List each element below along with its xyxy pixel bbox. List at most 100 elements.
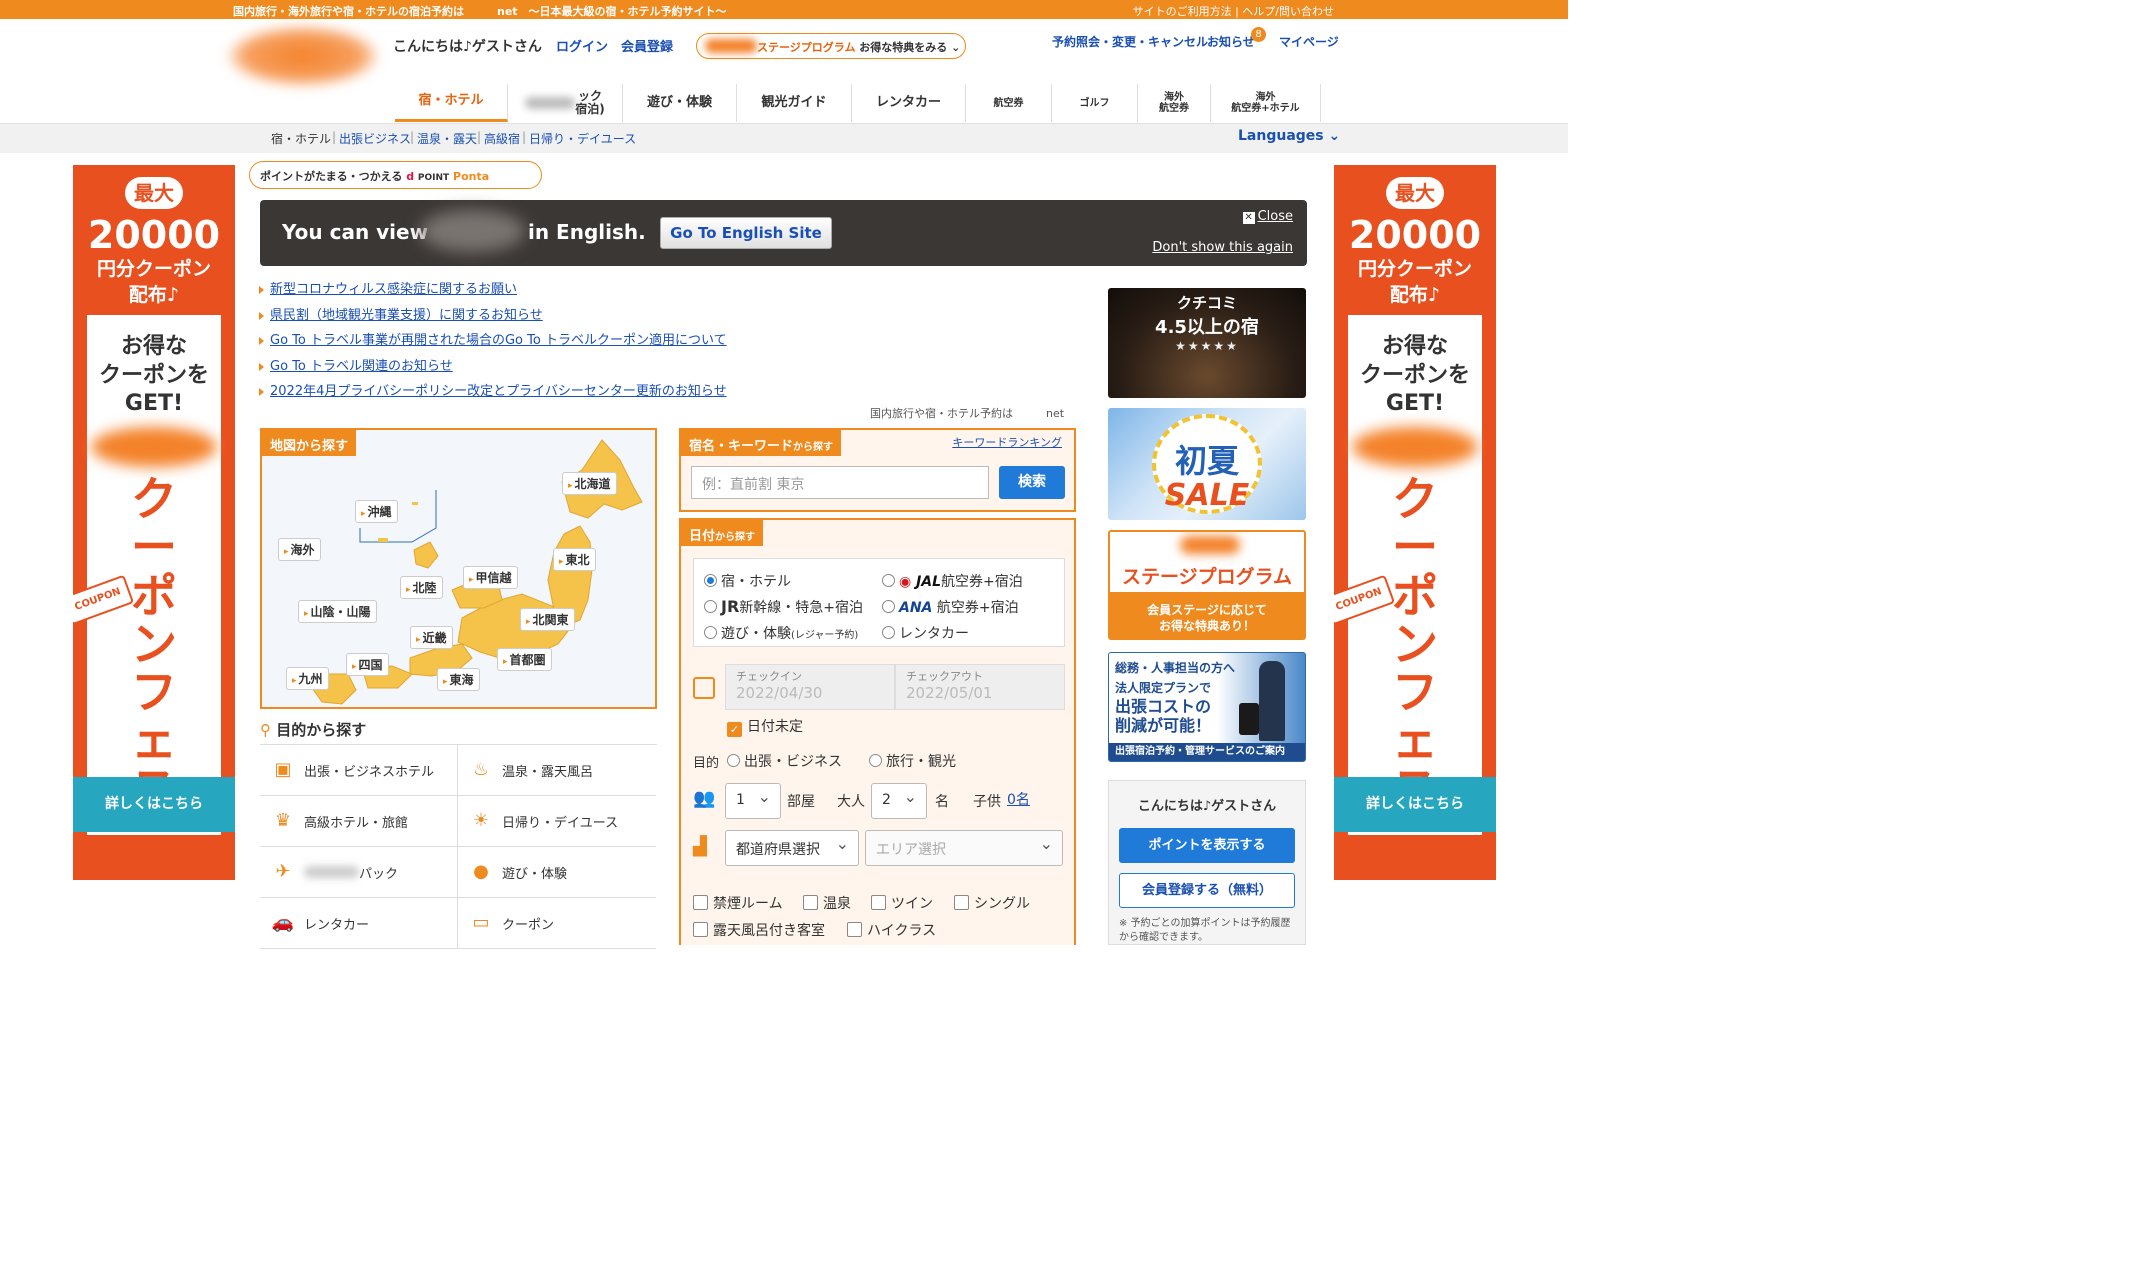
notice-count-badge: 8: [1251, 27, 1266, 42]
promo-stage-program[interactable]: ステージプログラム 会員ステージに応じて お得な特典あり！: [1108, 530, 1306, 640]
region-sanin-sanyo[interactable]: 山陰・山陽: [298, 600, 377, 623]
subnav-onsen[interactable]: 温泉・露天: [417, 130, 477, 147]
notice-link-1[interactable]: 新型コロナウィルス感染症に関するお願い: [259, 278, 517, 297]
jal-crane-icon: ◉: [899, 574, 912, 590]
nav-pack[interactable]: ック 宿泊): [508, 84, 623, 122]
nav-guide[interactable]: 観光ガイド: [737, 84, 852, 122]
close-banner-link[interactable]: ✕ Close: [1242, 209, 1293, 224]
notice-link-2[interactable]: 県民割（地域観光事業支援）に関するお知らせ: [259, 304, 543, 323]
purpose-activity[interactable]: ● 遊び・体験: [458, 847, 656, 898]
prefecture-select[interactable]: 都道府県選択: [725, 830, 859, 866]
filter-high-class[interactable]: ハイクラス: [847, 920, 936, 940]
sun-icon: ☀: [472, 810, 490, 831]
subnav-dayuse[interactable]: 日帰り・デイユース: [529, 130, 636, 147]
region-kitakanto[interactable]: 北関東: [520, 608, 575, 631]
region-okinawa[interactable]: 沖縄: [355, 500, 398, 523]
notice-link-5[interactable]: 2022年4月プライバシーポリシー改定とプライバシーセンター更新のお知らせ: [259, 380, 727, 399]
coupon-more-button[interactable]: 詳しくはこちら: [1334, 777, 1496, 832]
languages-dropdown[interactable]: Languages ⌄: [1238, 128, 1340, 144]
subnav-business[interactable]: 出張ビジネス: [339, 130, 411, 147]
checkin-field[interactable]: チェックイン 2022/04/30: [725, 664, 895, 710]
keyword-input[interactable]: 例：直前割 東京: [691, 466, 989, 499]
points-banner[interactable]: ポイントがたまる・つかえる d POINT Ponta: [249, 161, 542, 189]
nav-golf[interactable]: ゴルフ: [1052, 84, 1138, 122]
dont-show-again-link[interactable]: Don't show this again: [1152, 240, 1293, 255]
region-overseas[interactable]: 海外: [278, 538, 321, 561]
filter-twin[interactable]: ツイン: [871, 893, 933, 913]
keyword-ranking-link[interactable]: キーワードランキング: [952, 434, 1062, 450]
notice-link-4[interactable]: Go To トラベル関連のお知らせ: [259, 355, 453, 374]
search-button[interactable]: 検索: [999, 466, 1065, 499]
filter-open-air-bath[interactable]: 露天風呂付き客室: [693, 920, 825, 940]
purpose-pack[interactable]: ✈ パック: [260, 847, 458, 898]
purpose-coupon[interactable]: ▭ クーポン: [458, 898, 656, 949]
mypage-link[interactable]: マイページ: [1279, 33, 1339, 50]
register-free-button[interactable]: 会員登録する（無料）: [1119, 873, 1295, 908]
radio-activity[interactable]: 遊び・体験(レジャー予約): [704, 623, 858, 643]
star-rating-icon: ★★★★★: [1175, 339, 1239, 353]
go-english-button[interactable]: Go To English Site: [660, 217, 832, 249]
calendar-icon: [693, 677, 715, 699]
purpose-onsen[interactable]: ♨ 温泉・露天風呂: [458, 745, 656, 796]
promo4-sub: 法人限定プランで: [1115, 681, 1212, 695]
date-undecided-checkbox[interactable]: ✓ 日付未定: [727, 716, 803, 737]
show-points-button[interactable]: ポイントを表示する: [1119, 828, 1295, 863]
site-logo[interactable]: [228, 26, 378, 86]
help-links[interactable]: サイトのご利用方法 | ヘルプ/問い合わせ: [1133, 3, 1334, 19]
region-shutoken[interactable]: 首都圏: [497, 648, 552, 671]
promo-early-summer-sale[interactable]: 初夏 SALE: [1108, 408, 1306, 520]
nav-intl-air-hotel[interactable]: 海外 航空券+ホテル: [1211, 84, 1321, 122]
nav-rentacar[interactable]: レンタカー: [852, 84, 966, 122]
radio-hotel[interactable]: 宿・ホテル: [704, 571, 791, 591]
reservation-link[interactable]: 予約照会・変更・キャンセル: [1052, 33, 1208, 50]
promo-corporate[interactable]: 総務・人事担当の方へ 法人限定プランで 出張コストの 削減が可能！ 出張宿泊予約…: [1108, 652, 1306, 762]
filter-nonsmoking[interactable]: 禁煙ルーム: [693, 893, 783, 913]
children-link[interactable]: 0名: [1007, 789, 1030, 809]
blurred-brand: [91, 427, 217, 467]
purpose-dayuse[interactable]: ☀ 日帰り・デイユース: [458, 796, 656, 847]
filter-single[interactable]: シングル: [954, 893, 1030, 913]
people-icon: 👥: [693, 788, 716, 809]
region-shikoku[interactable]: 四国: [346, 653, 389, 676]
region-tohoku[interactable]: 東北: [553, 548, 596, 571]
coupon-more-button[interactable]: 詳しくはこちら: [73, 777, 235, 832]
subnav-hotel[interactable]: 宿・ホテル: [271, 130, 331, 147]
stage-program-button[interactable]: ステージプログラム お得な特典をみる ⌄: [696, 33, 966, 59]
radio-rentacar[interactable]: レンタカー: [882, 623, 969, 643]
adults-select[interactable]: 2: [871, 783, 927, 819]
purpose-luxury[interactable]: ♛ 高級ホテル・旅館: [260, 796, 458, 847]
checkout-field[interactable]: チェックアウト 2022/05/01: [895, 664, 1065, 710]
english-text-1: You can view: [282, 220, 429, 244]
promo-review-hotels[interactable]: クチコミ 4.5以上の宿 ★★★★★: [1108, 288, 1306, 398]
coupon-banner-left[interactable]: 最大 20000 円分クーポン 配布♪ お得な クーポンを GET! クーポンフェ…: [73, 165, 235, 880]
notice-link-3[interactable]: Go To トラベル事業が再開された場合のGo To トラベルクーポン適用につい…: [259, 329, 727, 348]
points-lead: ポイントがたまる・つかえる: [260, 170, 403, 183]
region-kinki[interactable]: 近畿: [410, 626, 453, 649]
login-link[interactable]: ログイン: [556, 36, 608, 55]
nav-intl-air[interactable]: 海外 航空券: [1138, 84, 1211, 122]
region-hokkaido[interactable]: 北海道: [562, 472, 617, 495]
radio-ana[interactable]: ANA 航空券+宿泊: [882, 597, 1019, 617]
filter-onsen[interactable]: 温泉: [803, 893, 851, 913]
rooms-select[interactable]: 1: [725, 783, 781, 819]
radio-purpose-business[interactable]: 出張・ビジネス: [727, 751, 842, 771]
region-kyushu[interactable]: 九州: [286, 667, 329, 690]
radio-jr[interactable]: JR新幹線・特急+宿泊: [704, 597, 863, 617]
subnav-luxury[interactable]: 高級宿: [484, 130, 520, 147]
register-link[interactable]: 会員登録: [621, 36, 673, 55]
region-tokai[interactable]: 東海: [437, 668, 480, 691]
nav-activity[interactable]: 遊び・体験: [623, 84, 737, 122]
site-tagline: 国内旅行・海外旅行や宿・ホテルの宿泊予約は net 〜日本最大級の宿・ホテル予約…: [233, 5, 727, 18]
purpose-business[interactable]: ▣ 出張・ビジネスホテル: [260, 745, 458, 796]
region-hokuriku[interactable]: 北陸: [400, 576, 443, 599]
coupon-banner-right[interactable]: 最大 20000 円分クーポン 配布♪ お得な クーポンを GET! クーポンフェ…: [1334, 165, 1496, 880]
nav-hotel[interactable]: 宿・ホテル: [395, 84, 508, 122]
notice-link[interactable]: お知らせ: [1207, 33, 1255, 50]
radio-jal[interactable]: ◉ JAL航空券+宿泊: [882, 571, 1023, 591]
purpose-rentacar[interactable]: 🚗 レンタカー: [260, 898, 458, 949]
adults-label: 大人: [837, 794, 865, 810]
nav-air[interactable]: 航空券: [966, 84, 1052, 122]
radio-purpose-travel[interactable]: 旅行・観光: [869, 751, 956, 771]
area-select[interactable]: エリア選択: [865, 830, 1063, 866]
region-koshinetsu[interactable]: 甲信越: [463, 566, 518, 589]
